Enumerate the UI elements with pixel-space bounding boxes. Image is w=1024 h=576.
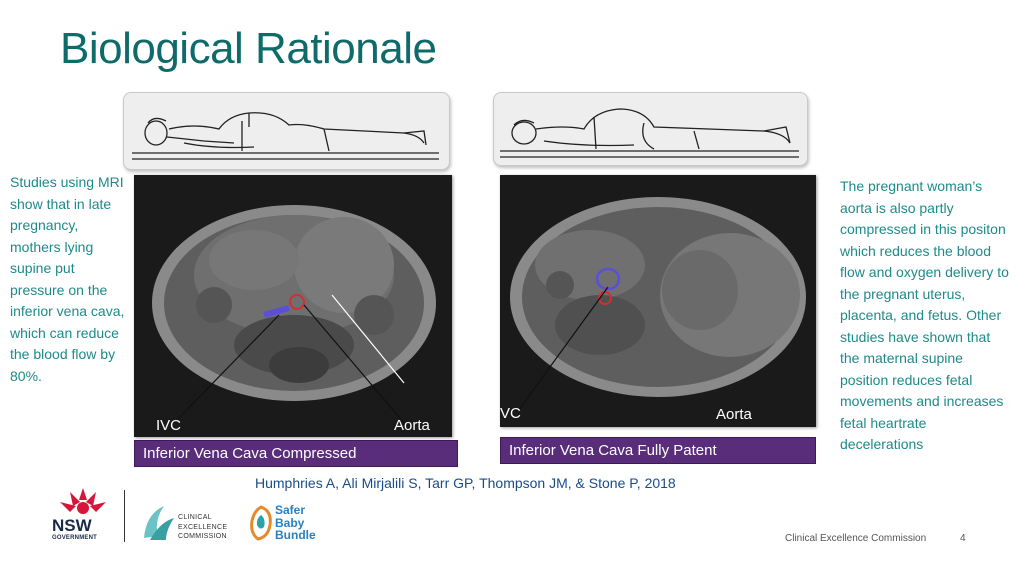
- mri-scan-patent: [500, 175, 816, 427]
- mri-scan-compressed: [134, 175, 452, 437]
- aorta-label-right: Aorta: [716, 406, 752, 423]
- page-number: 4: [960, 533, 966, 544]
- slide-title: Biological Rationale: [60, 24, 437, 73]
- ivc-label-right: VC: [500, 405, 521, 422]
- cec-logo-text: CLINICAL EXCELLENCE COMMISSION: [178, 514, 228, 540]
- ivc-label-left: IVC: [156, 417, 182, 434]
- tilted-woman-illustration: [500, 108, 799, 158]
- citation: Humphries A, Ali Mirjalili S, Tarr GP, T…: [255, 475, 676, 491]
- nsw-government-text: GOVERNMENT: [52, 535, 98, 541]
- right-body-text: The pregnant woman’s aorta is also partl…: [840, 178, 1009, 452]
- mri-image-compressed: IVC Aorta: [134, 175, 452, 437]
- left-body-text: Studies using MRI show that in late preg…: [10, 174, 125, 384]
- nsw-waratah-logo: [60, 488, 106, 514]
- cec-logo-icon: [144, 506, 174, 540]
- caption-compressed: Inferior Vena Cava Compressed: [134, 440, 458, 467]
- safer-baby-bundle-text: Safer Baby Bundle: [275, 503, 316, 542]
- aorta-label-left: Aorta: [394, 417, 430, 434]
- nsw-logo-text: NSW: [52, 516, 92, 535]
- logo-divider: [124, 490, 125, 542]
- caption-patent: Inferior Vena Cava Fully Patent: [500, 437, 816, 464]
- safer-baby-bundle-icon: [250, 505, 272, 541]
- mri-image-patent: VC Aorta: [500, 175, 816, 427]
- supine-woman-illustration: [132, 112, 439, 160]
- footer-organisation: Clinical Excellence Commission: [785, 533, 927, 544]
- supine-sketch-left: [123, 92, 450, 170]
- tilted-sketch-right: [493, 92, 808, 166]
